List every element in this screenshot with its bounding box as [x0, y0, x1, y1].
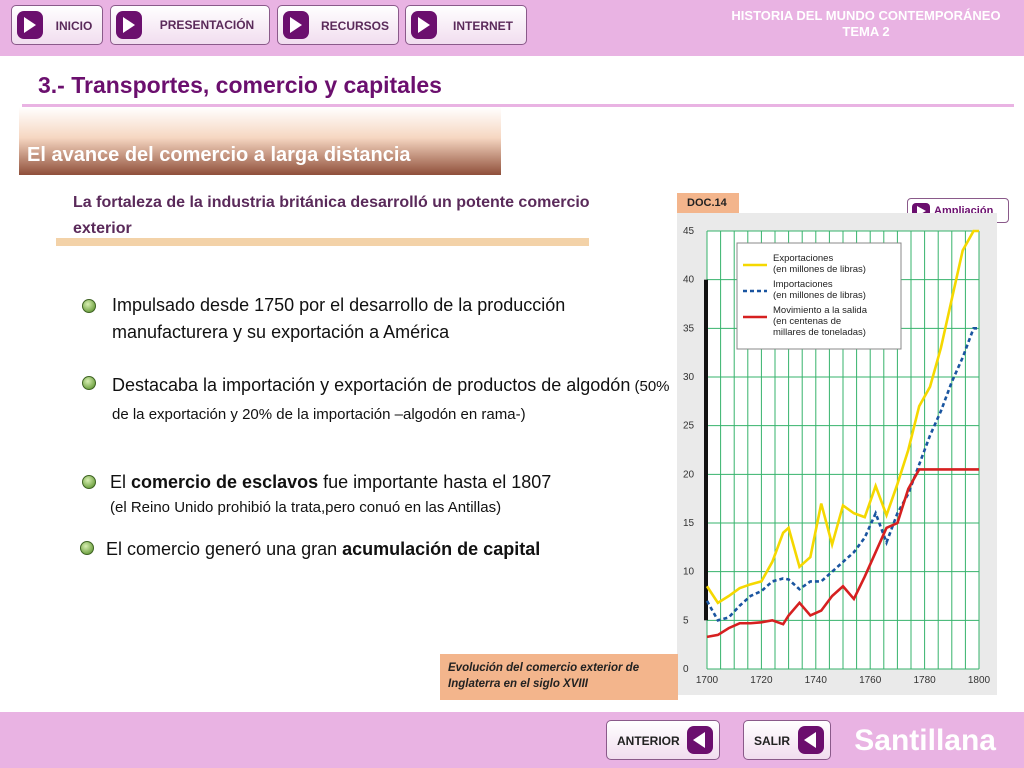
- x-tick-label: 1700: [696, 675, 719, 686]
- y-tick-label: 25: [683, 421, 695, 432]
- chart-caption: Evolución del comercio exterior de Ingla…: [440, 654, 678, 700]
- bullet-icon: [82, 376, 96, 390]
- x-tick-label: 1720: [750, 675, 773, 686]
- doc-tag: DOC.14: [677, 193, 739, 214]
- nav-label: RECURSOS: [320, 19, 389, 33]
- nav-label: INICIO: [55, 19, 93, 33]
- bullet-icon: [82, 299, 96, 313]
- y-tick-label: 45: [683, 226, 695, 237]
- y-tick-label: 0: [683, 664, 689, 675]
- brand-line-1: HISTORIA DEL MUNDO CONTEMPORÁNEO: [731, 8, 1001, 23]
- x-tick-label: 1780: [913, 675, 936, 686]
- x-tick-label: 1760: [859, 675, 882, 686]
- bullet-text-3: El comercio de esclavos fue importante h…: [110, 469, 670, 496]
- bullet-text-1: Impulsado desde 1750 por el desarrollo d…: [112, 295, 566, 342]
- nav-label: PRESENTACIÓN: [159, 18, 255, 32]
- play-arrow-icon: [116, 11, 142, 39]
- section-header: El avance del comercio a larga distancia: [19, 107, 501, 175]
- chart-frame: 0 5 10 15 20 25 30 35 40 45 1700 1720 1740 1760 1780 18…: [677, 213, 997, 695]
- bullet-text-4-bold: acumulación de capital: [342, 539, 541, 559]
- bullet-text-4: El comercio generó una gran acumulación …: [106, 536, 666, 563]
- back-arrow-icon: [687, 726, 713, 754]
- bullet-text-3-sub: (el Reino Unido prohibió la trata,pero c…: [110, 499, 502, 516]
- brand-title: HISTORIA DEL MUNDO CONTEMPORÁNEO TEMA 2: [726, 8, 1006, 40]
- y-tick-label: 30: [683, 372, 695, 383]
- bottom-navigation-bar: ANTERIOR SALIR Santillana: [0, 712, 1024, 768]
- salir-button[interactable]: SALIR: [743, 720, 831, 760]
- brand-line-2: TEMA 2: [842, 24, 890, 39]
- salir-label: SALIR: [754, 734, 790, 748]
- top-navigation-bar: INICIO PRESENTACIÓN RECURSOS INTERNET HI…: [0, 0, 1024, 56]
- anterior-label: ANTERIOR: [617, 734, 680, 748]
- bullet-text-2-main: Destacaba la importación y exportación d…: [112, 375, 631, 395]
- intro-underline: [56, 238, 589, 246]
- nav-button-internet[interactable]: INTERNET: [405, 5, 527, 45]
- anterior-button[interactable]: ANTERIOR: [606, 720, 720, 760]
- bullet-text-2: Destacaba la importación y exportación d…: [112, 372, 672, 428]
- play-arrow-icon: [17, 11, 43, 39]
- x-tick-label: 1740: [805, 675, 828, 686]
- nav-label: INTERNET: [453, 19, 513, 33]
- nav-button-inicio[interactable]: INICIO: [11, 5, 103, 45]
- play-arrow-icon: [283, 11, 309, 39]
- nav-button-presentacion[interactable]: PRESENTACIÓN: [110, 5, 270, 45]
- page-title: 3.- Transportes, comercio y capitales: [38, 72, 442, 98]
- trade-chart: 0 5 10 15 20 25 30 35 40 45 1700 1720 1740 1760 1780 18…: [683, 226, 991, 686]
- y-tick-label: 5: [683, 615, 689, 626]
- axis-break-bar: [704, 279, 708, 621]
- santillana-logo: Santillana: [854, 724, 996, 757]
- y-tick-label: 35: [683, 323, 695, 334]
- y-tick-label: 40: [683, 275, 695, 286]
- play-arrow-icon: [411, 11, 437, 39]
- section-title: El avance del comercio a larga distancia: [27, 144, 411, 166]
- y-tick-label: 15: [683, 518, 695, 529]
- y-tick-label: 10: [683, 567, 695, 578]
- bullet-icon: [80, 541, 94, 555]
- bullet-text-4-pre: El comercio generó una gran: [106, 539, 343, 559]
- nav-button-recursos[interactable]: RECURSOS: [277, 5, 399, 45]
- bullet-text-3-post: fue importante hasta el 1807: [318, 472, 552, 492]
- x-tick-label: 1800: [968, 675, 991, 686]
- bullet-icon: [82, 475, 96, 489]
- y-tick-label: 20: [683, 469, 695, 480]
- bullet-text-3-bold: comercio de esclavos: [131, 472, 319, 492]
- back-arrow-icon: [798, 726, 824, 754]
- bullet-text-3-pre: El: [110, 472, 132, 492]
- intro-text: La fortaleza de la industria británica d…: [73, 194, 590, 237]
